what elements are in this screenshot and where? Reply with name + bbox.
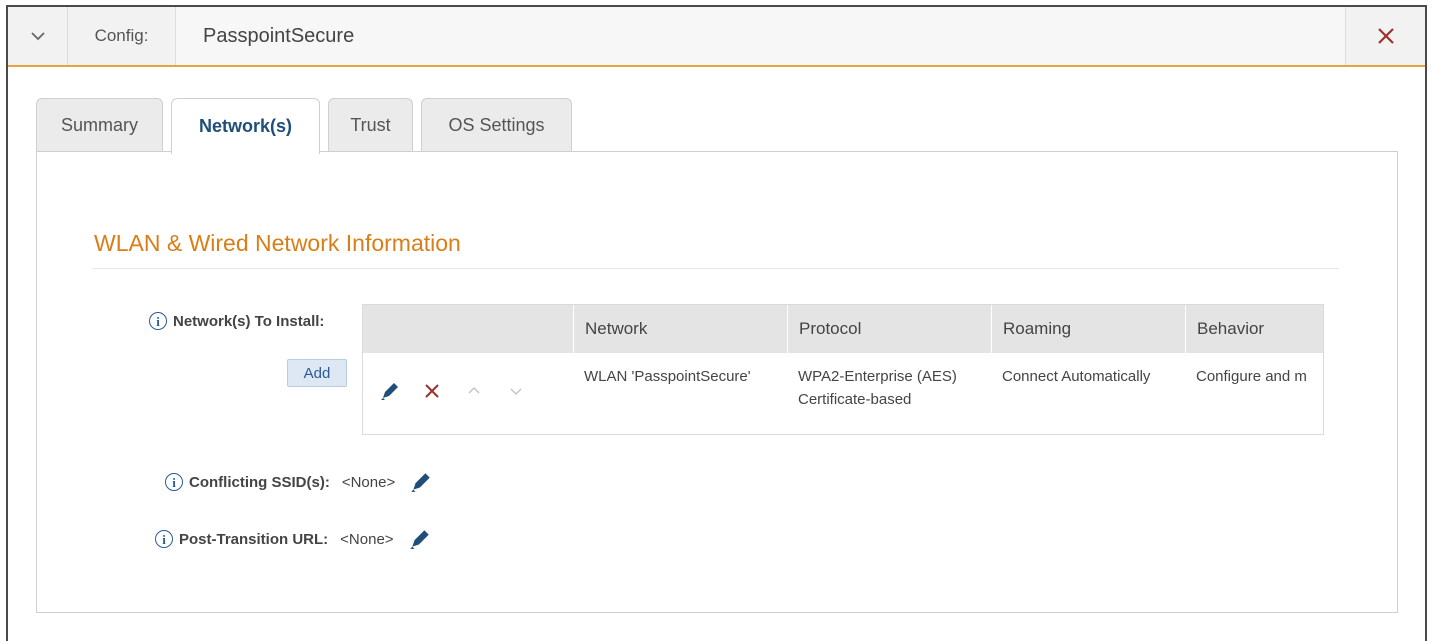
add-network-button[interactable]: Add (287, 359, 347, 387)
cell-roaming: Connect Automatically (1002, 368, 1151, 385)
tab-os-settings[interactable]: OS Settings (421, 98, 572, 152)
cell-protocol-main: WPA2-Enterprise (AES) (798, 368, 957, 385)
move-down-button[interactable] (504, 379, 528, 403)
pencil-icon (409, 530, 429, 549)
networks-table: Network Protocol Roaming Behavior WLAN '… (362, 304, 1324, 435)
column-header-behavior[interactable]: Behavior (1185, 305, 1323, 353)
pencil-icon (381, 383, 398, 400)
conflicting-ssids-row: i Conflicting SSID(s): <None> (165, 468, 435, 496)
pencil-icon (411, 473, 430, 492)
table-header: Network Protocol Roaming Behavior (363, 305, 1323, 353)
row-actions (378, 376, 528, 406)
section-title: WLAN & Wired Network Information (94, 230, 461, 256)
cell-protocol-sub: Certificate-based (798, 391, 912, 408)
close-icon (1377, 28, 1394, 44)
config-label: Config: (68, 7, 176, 65)
close-button[interactable] (1345, 7, 1425, 65)
post-transition-url-row: i Post-Transition URL: <None> (155, 525, 434, 553)
tab-networks[interactable]: Network(s) (171, 98, 320, 154)
column-header-network[interactable]: Network (573, 305, 787, 353)
post-transition-url-value: <None> (340, 530, 394, 548)
move-up-button[interactable] (462, 379, 486, 403)
conflicting-ssids-value: <None> (341, 473, 396, 491)
tab-panel-networks: WLAN & Wired Network Information i Netwo… (36, 151, 1398, 613)
config-dialog: Config: PasspointSecure Summary Network(… (6, 5, 1427, 641)
close-icon (425, 384, 439, 398)
info-icon[interactable]: i (165, 473, 183, 491)
column-header-protocol[interactable]: Protocol (787, 305, 991, 353)
post-transition-url-label: Post-Transition URL: (179, 530, 329, 548)
info-icon[interactable]: i (149, 312, 167, 330)
edit-post-transition-url-button[interactable] (406, 525, 434, 553)
info-icon[interactable]: i (155, 530, 173, 548)
networks-to-install-label: i Network(s) To Install: (149, 312, 324, 330)
edit-conflicting-ssids-button[interactable] (407, 468, 435, 496)
delete-network-button[interactable] (420, 379, 444, 403)
edit-network-button[interactable] (378, 379, 402, 403)
section-divider (92, 268, 1339, 269)
conflicting-ssids-label: Conflicting SSID(s): (189, 473, 330, 491)
tab-trust[interactable]: Trust (328, 98, 413, 152)
cell-behavior: Configure and m (1196, 368, 1307, 385)
config-header: Config: PasspointSecure (8, 7, 1425, 67)
cell-protocol: WPA2-Enterprise (AES) Certificate-based (787, 365, 991, 411)
chevron-down-icon (510, 388, 522, 396)
actions-column-header (363, 305, 573, 353)
chevron-down-icon (30, 32, 45, 41)
column-header-roaming[interactable]: Roaming (991, 305, 1185, 353)
networks-to-install-text: Network(s) To Install: (173, 312, 325, 330)
cell-network: WLAN 'PasspointSecure' (584, 368, 751, 385)
chevron-up-icon (468, 386, 480, 394)
tab-summary[interactable]: Summary (36, 98, 163, 152)
collapse-button[interactable] (8, 7, 68, 65)
config-name: PasspointSecure (176, 7, 1346, 65)
